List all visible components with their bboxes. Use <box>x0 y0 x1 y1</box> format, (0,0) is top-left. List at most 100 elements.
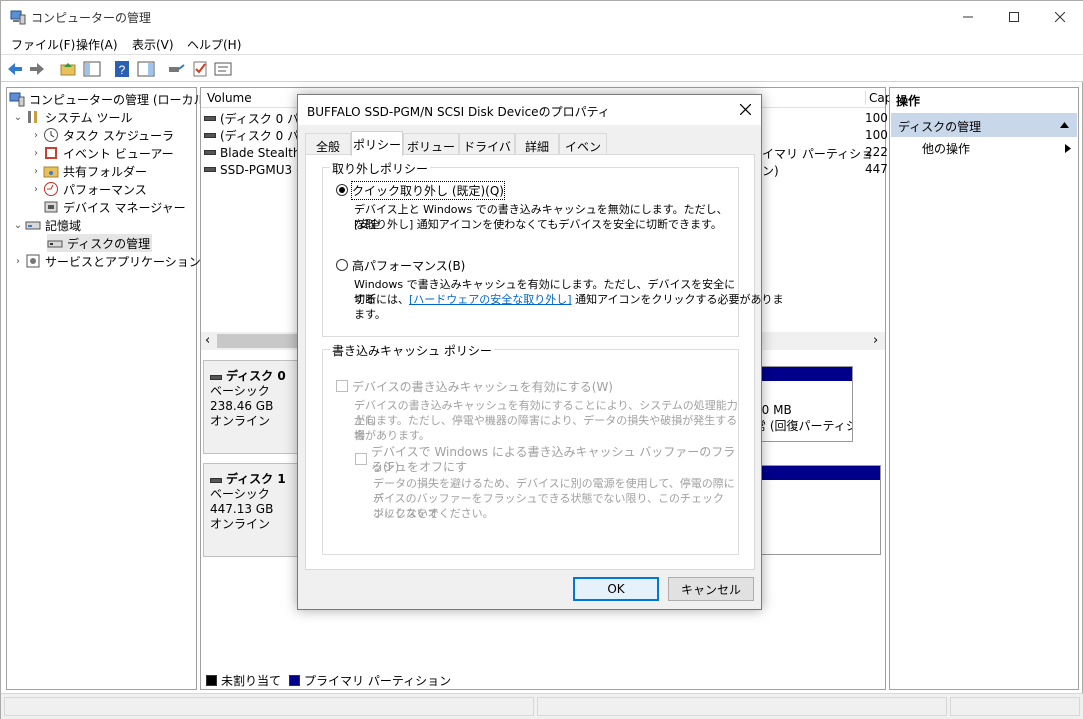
chevron-down-icon[interactable]: ⌄ <box>11 112 25 123</box>
help-icon[interactable]: ? <box>113 60 131 78</box>
chevron-right-icon[interactable]: › <box>29 166 43 177</box>
tree-root-label: コンピューターの管理 (ローカル) <box>29 92 211 107</box>
scroll-right-icon[interactable]: › <box>873 333 878 348</box>
tree-item-event-viewer[interactable]: › イベント ビューアー <box>29 144 174 162</box>
maximize-button[interactable] <box>991 1 1037 32</box>
storage-icon <box>25 221 41 230</box>
enable-write-cache-label[interactable]: デバイスの書き込みキャッシュを有効にする(W) <box>352 378 613 395</box>
dialog-title-bar: BUFFALO SSD-PGM/N SCSI Disk Deviceのプロパティ <box>298 95 761 125</box>
show-hide-tree-icon[interactable] <box>83 60 101 78</box>
high-performance-label[interactable]: 高パフォーマンス(B) <box>352 257 465 274</box>
drive-icon <box>210 478 222 483</box>
close-icon[interactable] <box>740 104 751 115</box>
disk-type: ベーシック <box>210 384 270 398</box>
tree-item-label: 共有フォルダー <box>63 164 148 179</box>
write-cache-policy-group: 書き込みキャッシュ ポリシー デバイスの書き込みキャッシュを有効にする(W) デ… <box>322 342 739 555</box>
minimize-button[interactable] <box>945 1 991 32</box>
tree-item-services-apps[interactable]: › サービスとアプリケーション <box>11 252 201 270</box>
tree-item-performance[interactable]: › パフォーマンス <box>29 180 147 198</box>
policy-tab-page: 取り外しポリシー クイック取り外し (既定)(Q) デバイス上と Windows… <box>305 154 784 570</box>
drive-icon <box>204 133 216 138</box>
tree-item-label: タスク スケジューラ <box>63 128 174 143</box>
tab-policy[interactable]: ポリシー <box>351 131 403 156</box>
action-pane-icon[interactable] <box>137 60 155 78</box>
volume-row[interactable]: Blade Stealth ( <box>204 144 309 161</box>
actions-group-label: ディスクの管理 <box>898 120 982 134</box>
scroll-left-icon[interactable]: ‹ <box>205 333 210 348</box>
tab-driver[interactable]: ドライバー <box>459 133 515 171</box>
check-icon[interactable] <box>191 60 209 78</box>
tab-general[interactable]: 全般 <box>305 133 351 155</box>
high-performance-radio[interactable] <box>336 259 348 271</box>
quick-removal-label[interactable]: クイック取り外し (既定)(Q) <box>351 181 505 200</box>
chevron-right-icon[interactable]: › <box>29 148 43 159</box>
tree-item-task-scheduler[interactable]: › タスク スケジューラ <box>29 126 174 144</box>
tab-details[interactable]: 詳細 <box>515 133 559 155</box>
tree-item-label: 記憶域 <box>45 218 82 233</box>
turn-off-flush-label-1[interactable]: デバイスで Windows による書き込みキャッシュ バッファーのフラッシュをオ… <box>371 445 738 475</box>
actions-group-disk-management[interactable]: ディスクの管理 <box>891 113 1077 137</box>
turn-off-flush-checkbox[interactable] <box>355 453 367 465</box>
ok-button[interactable]: OK <box>573 577 659 601</box>
tree-item-shared-folders[interactable]: › 共有フォルダー <box>29 162 147 180</box>
high-performance-desc-2: するには、[ハードウェアの安全な取り外し] 通知アイコンをクリックする必要があり… <box>354 292 784 307</box>
removal-policy-group: 取り外しポリシー クイック取り外し (既定)(Q) デバイス上と Windows… <box>322 160 784 337</box>
chevron-right-icon[interactable]: › <box>11 256 25 267</box>
quick-removal-radio[interactable] <box>336 184 348 196</box>
tree-root[interactable]: コンピューターの管理 (ローカル) <box>9 90 210 108</box>
safe-removal-link[interactable]: [ハードウェアの安全な取り外し] <box>409 293 572 306</box>
status-segment <box>4 697 534 716</box>
scroll-thumb[interactable] <box>217 334 297 348</box>
submenu-arrow-icon <box>1065 144 1071 153</box>
volume-name: Blade Stealth ( <box>220 145 309 160</box>
enable-write-cache-checkbox[interactable] <box>336 380 348 392</box>
close-button[interactable] <box>1037 1 1083 32</box>
chevron-down-icon[interactable]: ⌄ <box>11 220 25 231</box>
properties-dialog: BUFFALO SSD-PGM/N SCSI Disk Deviceのプロパティ… <box>297 94 784 610</box>
properties-icon[interactable] <box>214 60 232 78</box>
disk-type: ベーシック <box>210 487 270 501</box>
tree-item-disk-management[interactable]: ディスクの管理 <box>47 234 153 252</box>
disk-1-label[interactable]: ディスク 1 ベーシック 447.13 GB オンライン <box>203 463 299 557</box>
tree-item-device-manager[interactable]: デバイス マネージャー <box>43 198 186 216</box>
menu-file[interactable]: ファイル(F) <box>11 36 75 53</box>
tree-item-label: デバイス マネージャー <box>63 200 186 215</box>
forward-arrow-icon[interactable] <box>28 60 46 78</box>
status-segment <box>950 697 1080 716</box>
drive-icon <box>210 375 222 380</box>
clock-icon <box>44 128 58 142</box>
write-cache-policy-label: 書き込みキャッシュ ポリシー <box>330 342 494 359</box>
close-icon <box>1055 11 1065 22</box>
tab-events[interactable]: イベント <box>559 133 607 171</box>
action-more[interactable]: 他の操作 <box>922 140 970 157</box>
disk-0-label[interactable]: ディスク 0 ベーシック 238.46 GB オンライン <box>203 360 299 454</box>
column-volume[interactable]: Volume <box>207 91 252 105</box>
menu-view[interactable]: 表示(V) <box>132 36 174 53</box>
partition-recovery[interactable]: 00 MB 常 (回復パーティシ <box>753 366 853 442</box>
back-arrow-icon[interactable] <box>6 60 24 78</box>
turn-off-flush-label-2[interactable]: る(F) <box>371 460 399 475</box>
services-icon <box>26 254 40 268</box>
volume-row[interactable]: SSD-PGMU3 (T <box>204 161 308 178</box>
menu-help[interactable]: ヘルプ(H) <box>187 36 241 53</box>
partition-status: 常 (回復パーティシ <box>754 419 852 433</box>
chevron-right-icon[interactable]: › <box>29 130 43 141</box>
tree-item-label: パフォーマンス <box>63 182 147 197</box>
partition-primary[interactable] <box>753 465 881 555</box>
menu-action[interactable]: 操作(A) <box>76 36 118 53</box>
drive-icon <box>204 150 216 155</box>
shared-folder-icon <box>43 166 59 178</box>
collapse-up-icon[interactable] <box>1060 122 1069 128</box>
connect-icon[interactable] <box>167 60 185 78</box>
device-manager-icon <box>44 201 58 213</box>
disk-status: オンライン <box>210 414 271 428</box>
svg-text:?: ? <box>119 63 126 77</box>
enable-write-cache-desc-3: 合があります。 <box>354 429 430 442</box>
tree-item-storage[interactable]: ⌄ 記憶域 <box>11 216 81 234</box>
cancel-button[interactable]: キャンセル <box>668 577 754 601</box>
chevron-right-icon[interactable]: › <box>29 184 43 195</box>
tree-item-system-tools[interactable]: ⌄ システム ツール <box>11 108 133 126</box>
tab-volumes[interactable]: ボリューム <box>403 133 459 171</box>
up-folder-icon[interactable] <box>59 60 77 78</box>
partition-bar <box>754 466 880 480</box>
